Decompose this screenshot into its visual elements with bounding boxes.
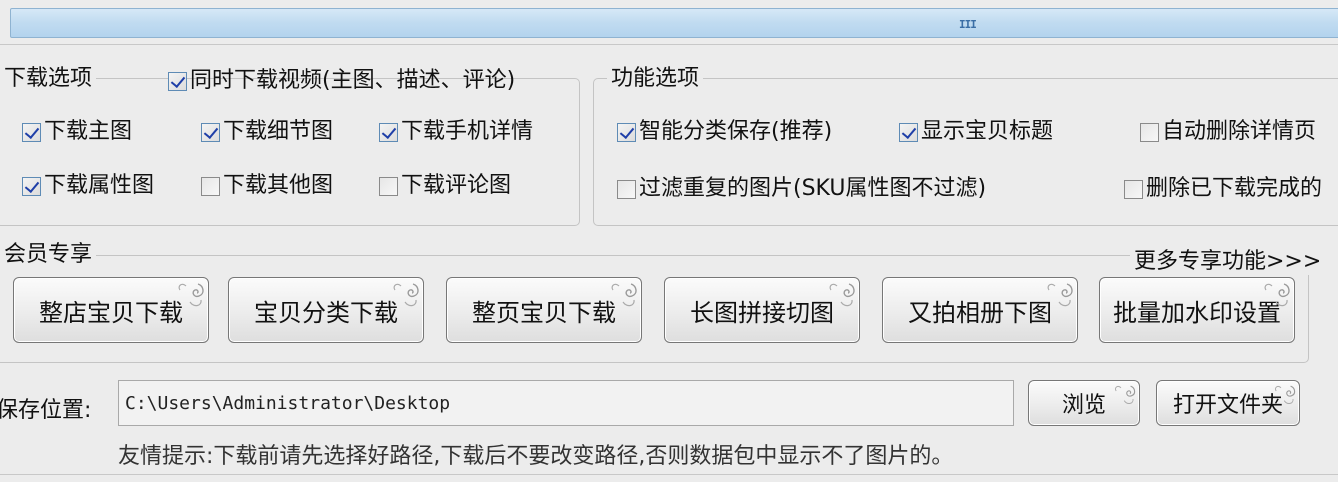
checkbox-smart-category-save[interactable]: 智能分类保存(推荐)	[617, 118, 832, 146]
vip-button-category-download[interactable]: 宝贝分类下载	[228, 277, 424, 343]
swirl-decoration-icon	[1114, 385, 1136, 405]
checkbox-unchecked-icon[interactable]	[379, 176, 398, 196]
button-label: 整店宝贝下载	[39, 298, 183, 327]
friendly-hint-text: 友情提示:下载前请先选择好路径,下载后不要改变路径,否则数据包中显示不了图片的。	[118, 444, 954, 469]
scrollbar-grip-icon[interactable]: III	[959, 18, 977, 31]
vip-title: 会员专享	[0, 242, 97, 268]
checkbox-label: 自动删除详情页	[1162, 119, 1317, 144]
checkbox-unchecked-icon[interactable]	[1140, 122, 1159, 142]
button-label: 长图拼接切图	[690, 298, 834, 327]
top-divider	[0, 44, 1338, 45]
vip-button-batch-watermark[interactable]: 批量加水印设置	[1099, 277, 1295, 343]
more-vip-features-link[interactable]: 更多专享功能>>>	[1130, 243, 1326, 275]
checkbox-label: 下载主图	[44, 119, 133, 144]
download-options-group	[0, 78, 580, 226]
checkbox-label: 下载评论图	[401, 173, 512, 198]
checkbox-unchecked-icon[interactable]	[1124, 179, 1143, 199]
button-label: 浏览	[1061, 393, 1106, 418]
checkbox-checked-icon[interactable]	[379, 122, 398, 142]
vip-button-page-download[interactable]: 整页宝贝下载	[446, 277, 642, 343]
checkbox-filter-duplicate-images[interactable]: 过滤重复的图片(SKU属性图不过滤)	[617, 175, 986, 203]
swirl-decoration-icon	[1264, 283, 1290, 307]
checkbox-delete-downloaded[interactable]: 删除已下载完成的	[1124, 175, 1322, 203]
swirl-decoration-icon	[1047, 283, 1073, 307]
checkbox-label: 显示宝贝标题	[921, 119, 1054, 144]
checkbox-download-other-image[interactable]: 下载其他图	[201, 172, 333, 200]
checkbox-label: 删除已下载完成的	[1146, 176, 1323, 201]
vip-button-album-download[interactable]: 又拍相册下图	[882, 277, 1078, 343]
checkbox-checked-icon[interactable]	[899, 122, 918, 142]
checkbox-download-attribute-image[interactable]: 下载属性图	[22, 172, 154, 200]
checkbox-label: 下载属性图	[44, 173, 155, 198]
checkbox-auto-delete-detail[interactable]: 自动删除详情页	[1140, 118, 1316, 146]
checkbox-download-main-image[interactable]: 下载主图	[22, 118, 132, 146]
swirl-decoration-icon	[829, 283, 855, 307]
checkbox-unchecked-icon[interactable]	[201, 176, 220, 196]
checkbox-label: 下载其他图	[223, 173, 334, 198]
checkbox-label: 下载细节图	[223, 119, 334, 144]
checkbox-checked-icon[interactable]	[617, 122, 636, 142]
save-location-label: 保存位置:	[0, 398, 92, 423]
download-options-title: 下载选项	[0, 66, 97, 92]
checkbox-checked-icon[interactable]	[201, 122, 220, 142]
checkbox-label: 下载手机详情	[401, 119, 534, 144]
browse-button[interactable]: 浏览	[1028, 380, 1140, 426]
checkbox-show-item-title[interactable]: 显示宝贝标题	[899, 118, 1053, 146]
button-label: 整页宝贝下载	[472, 298, 616, 327]
swirl-decoration-icon	[611, 283, 637, 307]
checkbox-label: 过滤重复的图片(SKU属性图不过滤)	[639, 176, 987, 201]
bottom-divider	[0, 474, 1338, 475]
checkbox-download-detail-image[interactable]: 下载细节图	[201, 118, 333, 146]
open-folder-button[interactable]: 打开文件夹	[1156, 380, 1300, 426]
swirl-decoration-icon	[1274, 385, 1296, 405]
button-label: 批量加水印设置	[1113, 298, 1281, 327]
checkbox-label: 同时下载视频(主图、描述、评论)	[190, 68, 516, 93]
button-label: 宝贝分类下载	[254, 298, 398, 327]
swirl-decoration-icon	[178, 283, 204, 307]
checkbox-checked-icon[interactable]	[22, 176, 41, 196]
function-options-title: 功能选项	[607, 66, 704, 92]
button-label: 又拍相册下图	[908, 298, 1052, 327]
function-options-group	[593, 78, 1338, 226]
checkbox-download-video[interactable]: 同时下载视频(主图、描述、评论)	[168, 67, 515, 95]
horizontal-scrollbar[interactable]: III	[10, 8, 1338, 38]
checkbox-label: 智能分类保存(推荐)	[639, 119, 833, 144]
checkbox-unchecked-icon[interactable]	[617, 179, 636, 199]
button-label: 打开文件夹	[1172, 393, 1283, 418]
swirl-decoration-icon	[393, 283, 419, 307]
vip-button-whole-shop-download[interactable]: 整店宝贝下载	[13, 277, 209, 343]
checkbox-download-mobile-detail[interactable]: 下载手机详情	[379, 118, 533, 146]
checkbox-download-comment-image[interactable]: 下载评论图	[379, 172, 511, 200]
checkbox-checked-icon[interactable]	[22, 122, 41, 142]
save-path-input[interactable]	[118, 380, 1014, 426]
checkbox-checked-icon[interactable]	[168, 71, 187, 91]
vip-button-long-image-stitch[interactable]: 长图拼接切图	[664, 277, 860, 343]
